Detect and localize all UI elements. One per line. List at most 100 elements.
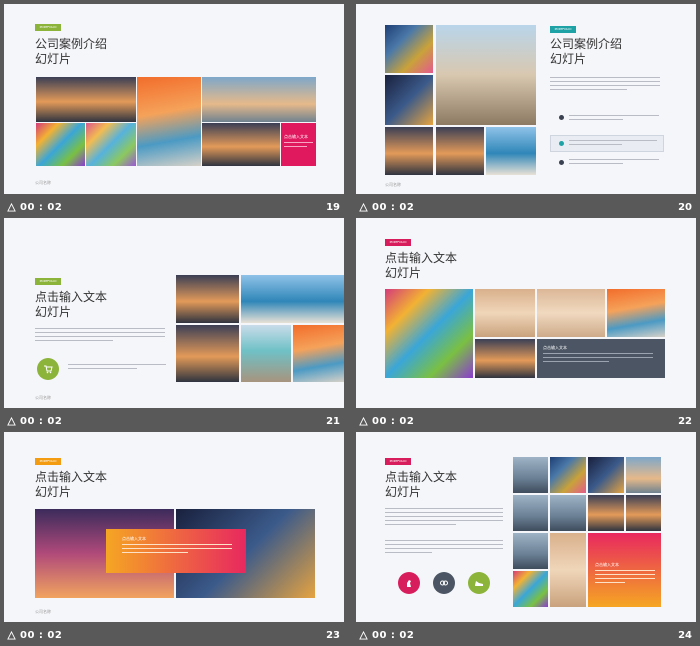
pink-text-box: 点击输入文本 bbox=[281, 123, 316, 166]
photo-graffiti bbox=[513, 571, 548, 607]
photo-umbrella bbox=[293, 325, 344, 382]
overlay-text: 点击输入文本 bbox=[543, 345, 567, 350]
gradient-text-box: 点击输入文本 bbox=[106, 529, 246, 573]
title-line-2: 幻灯片 bbox=[385, 266, 422, 280]
paragraph-placeholder bbox=[35, 328, 165, 344]
photo-glass-night bbox=[385, 75, 433, 125]
slide-canvas: PORTFOLIO 点击输入文本 幻灯片 点击输入文本 bbox=[356, 432, 696, 622]
photo-lounge bbox=[475, 339, 535, 378]
slide-thumb-22[interactable]: PORTFOLIO 点击输入文本 幻灯片 点击输入文本 00 : 02 22 bbox=[356, 218, 696, 430]
photo-graffiti-2 bbox=[86, 123, 136, 166]
cart-icon[interactable] bbox=[37, 358, 59, 380]
photo-graffiti-street bbox=[385, 289, 473, 378]
slide-thumb-20[interactable]: PORTFOLIO 公司案例介绍 幻灯片 公司名称 00 : 02 20 bbox=[356, 4, 696, 216]
slide-canvas: PORTFOLIO 点击输入文本 幻灯片 点击输入文本 bbox=[356, 218, 696, 408]
photo-tower bbox=[513, 533, 548, 569]
paragraph-placeholder bbox=[385, 508, 503, 528]
horse-icon[interactable] bbox=[398, 572, 420, 594]
slide-thumb-24[interactable]: PORTFOLIO 点击输入文本 幻灯片 点击输入文本 00: 02 24 bbox=[356, 432, 696, 642]
highlighted-list-item[interactable] bbox=[550, 135, 664, 152]
slide-canvas: PORTFOLIO 公司案例介绍 幻灯片 点击输入文本 公司名称 bbox=[4, 4, 344, 194]
photo-sea bbox=[486, 127, 536, 175]
photo-sunset-1 bbox=[385, 127, 433, 175]
overlay-text: 点击输入文本 bbox=[595, 562, 619, 567]
slide-footer-bar: 00 : 02 23 bbox=[4, 628, 342, 644]
portfolio-tag: PORTFOLIO bbox=[35, 458, 61, 465]
title-line-1: 点击输入文本 bbox=[385, 470, 458, 484]
title-line-2: 幻灯片 bbox=[35, 485, 72, 499]
footer-company: 公司名称 bbox=[385, 182, 401, 187]
footer-company: 公司名称 bbox=[35, 180, 51, 185]
footer-company: 公司名称 bbox=[35, 609, 51, 614]
slide-title: 公司案例介绍 幻灯片 bbox=[35, 37, 107, 67]
photo-umbrella bbox=[607, 289, 665, 337]
title-line-1: 点击输入文本 bbox=[385, 251, 458, 265]
link-icon[interactable] bbox=[433, 572, 455, 594]
slide-footer-bar: 00 : 02 20 bbox=[356, 200, 694, 216]
photo-balcony bbox=[626, 457, 661, 493]
slide-number: 23 bbox=[326, 630, 340, 641]
paragraph-placeholder-2 bbox=[385, 540, 503, 556]
slide-time: 00 : 02 bbox=[372, 630, 415, 641]
photo-pool bbox=[241, 325, 291, 382]
photo-glass-building bbox=[385, 25, 433, 73]
title-line-1: 公司案例介绍 bbox=[550, 37, 623, 51]
shoe-icon[interactable] bbox=[468, 572, 490, 594]
slide-thumb-23[interactable]: PORTFOLIO 点击输入文本 幻灯片 点击输入文本 公司名称 00 : 02… bbox=[4, 432, 344, 644]
slide-number: 21 bbox=[326, 416, 340, 427]
slide-number: 20 bbox=[678, 202, 692, 213]
photo-skyline bbox=[550, 495, 586, 531]
slide-thumb-21[interactable]: PORTFOLIO 点击输入文本 幻灯片 公司名称 00 : 02 21 bbox=[4, 218, 344, 430]
photo-glass-ceiling bbox=[513, 457, 548, 493]
portfolio-tag: PORTFOLIO bbox=[385, 458, 411, 465]
photo-beach bbox=[475, 289, 535, 337]
title-line-1: 公司案例介绍 bbox=[35, 37, 108, 51]
slide-number: 19 bbox=[326, 202, 340, 213]
slide-canvas: PORTFOLIO 公司案例介绍 幻灯片 公司名称 bbox=[356, 4, 696, 194]
timer-icon bbox=[359, 631, 368, 640]
check-circle-icon bbox=[559, 141, 564, 146]
photo-lounge bbox=[202, 123, 280, 166]
photo-glass-building bbox=[550, 457, 586, 493]
slide-number: 22 bbox=[678, 416, 692, 427]
slide-footer-bar: 00 : 02 19 bbox=[4, 200, 342, 216]
slide-time: 00 : 02 bbox=[20, 202, 63, 213]
photo-graffiti bbox=[36, 123, 85, 166]
photo-beach-walk bbox=[537, 289, 605, 337]
title-line-2: 幻灯片 bbox=[550, 52, 587, 66]
slide-title: 点击输入文本 幻灯片 bbox=[35, 290, 107, 320]
slide-title: 点击输入文本 幻灯片 bbox=[385, 251, 457, 281]
timer-icon bbox=[7, 203, 16, 212]
dark-text-box: 点击输入文本 bbox=[537, 339, 665, 378]
timer-icon bbox=[359, 417, 368, 426]
portfolio-tag: PORTFOLIO bbox=[35, 24, 61, 31]
slide-time: 00 : 02 bbox=[372, 202, 415, 213]
slide-number: 24 bbox=[678, 630, 692, 641]
photo-balcony bbox=[202, 77, 316, 122]
photo-sunset-2 bbox=[436, 127, 484, 175]
overlay-text: 点击输入文本 bbox=[284, 134, 308, 139]
slide-canvas: PORTFOLIO 点击输入文本 幻灯片 公司名称 bbox=[4, 218, 344, 408]
photo-sunset-terrace bbox=[588, 495, 624, 531]
photo-building-night bbox=[588, 457, 624, 493]
timer-icon bbox=[7, 417, 16, 426]
photo-lounge bbox=[176, 325, 239, 382]
slide-title: 点击输入文本 幻灯片 bbox=[35, 470, 107, 500]
title-line-2: 幻灯片 bbox=[385, 485, 422, 499]
gradient-text-box: 点击输入文本 bbox=[588, 533, 661, 607]
portfolio-tag: PORTFOLIO bbox=[35, 278, 61, 285]
title-line-2: 幻灯片 bbox=[35, 52, 72, 66]
title-line-2: 幻灯片 bbox=[35, 305, 72, 319]
photo-balcony-view bbox=[241, 275, 344, 323]
slide-footer-bar: 00 : 02 22 bbox=[356, 414, 694, 430]
photo-city bbox=[513, 495, 548, 531]
check-circle-icon bbox=[559, 115, 564, 120]
slide-canvas: PORTFOLIO 点击输入文本 幻灯片 点击输入文本 公司名称 bbox=[4, 432, 344, 622]
timer-icon bbox=[359, 203, 368, 212]
portfolio-tag: PORTFOLIO bbox=[550, 26, 576, 33]
photo-lounge bbox=[626, 495, 661, 531]
photo-terrace bbox=[436, 25, 536, 125]
slide-footer-bar: 00 : 02 21 bbox=[4, 414, 342, 430]
check-circle-icon bbox=[559, 160, 564, 165]
slide-thumb-19[interactable]: PORTFOLIO 公司案例介绍 幻灯片 点击输入文本 公司名称 00 : 02… bbox=[4, 4, 344, 216]
